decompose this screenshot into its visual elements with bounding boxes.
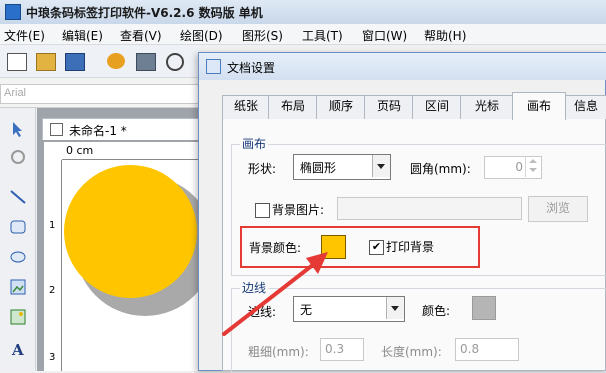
- length-value: 0.8: [460, 342, 480, 356]
- canvas-group-title: 画布: [240, 135, 269, 152]
- dialog-settings-icon: [206, 59, 221, 74]
- menu-file[interactable]: 文件(E): [4, 27, 45, 44]
- dialog-title-bar: 文档设置: [199, 53, 606, 80]
- length-label: 长度(mm):: [381, 345, 442, 359]
- horizontal-ruler: 0 cm: [62, 142, 203, 160]
- tab-order[interactable]: 顺序: [316, 95, 366, 119]
- tab-info[interactable]: 信息: [564, 95, 606, 119]
- text-tool-icon[interactable]: A: [9, 340, 27, 358]
- ellipse-tool-icon[interactable]: [9, 248, 27, 266]
- font-name-input[interactable]: Arial: [0, 84, 200, 104]
- save-icon[interactable]: [65, 53, 85, 71]
- menu-view[interactable]: 查看(V): [120, 27, 162, 44]
- toolbar: [0, 45, 200, 78]
- select-arrow-icon[interactable]: [9, 120, 27, 138]
- browse-button[interactable]: 浏览: [528, 196, 588, 222]
- tab-layout[interactable]: 布局: [268, 95, 318, 119]
- ruler-number: 2: [49, 285, 56, 296]
- ruler-origin-label: 0 cm: [66, 144, 94, 157]
- chevron-down-icon: [372, 155, 390, 177]
- picture-tool-icon[interactable]: [9, 308, 27, 326]
- document-icon: [50, 123, 63, 136]
- border-color-label: 颜色:: [422, 304, 451, 318]
- dialog-title: 文档设置: [227, 61, 276, 75]
- background-image-checkbox[interactable]: [255, 203, 270, 218]
- line-tool-icon[interactable]: [9, 188, 27, 206]
- app-logo-icon: [5, 4, 21, 20]
- shape-dropdown[interactable]: 椭圆形: [293, 154, 391, 180]
- document-tab[interactable]: 未命名-1 *: [42, 118, 200, 140]
- menu-help[interactable]: 帮助(H): [424, 27, 466, 44]
- corner-radius-label: 圆角(mm):: [410, 162, 471, 176]
- vertical-ruler: 1 2 3: [44, 160, 62, 371]
- tab-canvas[interactable]: 画布: [512, 92, 566, 120]
- ruler-number: 1: [49, 220, 56, 231]
- new-file-icon[interactable]: [7, 53, 27, 71]
- menu-tools[interactable]: 工具(T): [302, 27, 343, 44]
- rotate-icon[interactable]: [9, 148, 27, 166]
- tab-page-number[interactable]: 页码: [364, 95, 414, 119]
- document-tab-label: 未命名-1 *: [69, 124, 127, 138]
- menu-bar: 文件(E) 编辑(E) 查看(V) 绘图(D) 图形(S) 工具(T) 窗口(W…: [0, 24, 606, 45]
- shape-label: 形状:: [248, 162, 277, 176]
- drawing-tools-sidebar: A: [0, 108, 36, 371]
- tab-range[interactable]: 区间: [412, 95, 462, 119]
- length-input[interactable]: 0.8: [455, 338, 519, 361]
- open-folder-icon[interactable]: [36, 53, 56, 71]
- print-icon[interactable]: [136, 53, 156, 71]
- svg-text:A: A: [11, 341, 24, 358]
- image-tool-icon[interactable]: [9, 278, 27, 296]
- rounded-rect-tool-icon[interactable]: [9, 218, 27, 236]
- menu-shape[interactable]: 图形(S): [242, 27, 283, 44]
- menu-edit[interactable]: 编辑(E): [62, 27, 103, 44]
- app-title-bar: 中琅条码标签打印软件-V6.2.6 数码版 单机: [0, 0, 606, 24]
- app-title: 中琅条码标签打印软件-V6.2.6 数码版 单机: [26, 6, 263, 20]
- annotation-arrow-icon: [222, 252, 328, 336]
- ruler-number: 3: [49, 352, 56, 363]
- chevron-down-icon: [386, 297, 404, 319]
- background-image-label: 背景图片:: [272, 203, 325, 217]
- print-preview-icon[interactable]: [166, 53, 184, 71]
- border-color-swatch[interactable]: [472, 296, 496, 320]
- tab-paper[interactable]: 纸张: [222, 95, 270, 119]
- corner-radius-spinner[interactable]: [525, 156, 540, 177]
- background-image-path-input: [337, 197, 522, 220]
- corner-radius-value: 0: [515, 160, 523, 174]
- label-ellipse-canvas[interactable]: [64, 165, 197, 298]
- ruler-corner: [44, 142, 62, 160]
- tab-cursor[interactable]: 光标: [460, 95, 514, 119]
- menu-window[interactable]: 窗口(W): [362, 27, 407, 44]
- shape-value: 椭圆形: [300, 161, 337, 175]
- menu-draw[interactable]: 绘图(D): [180, 27, 223, 44]
- settings-gear-icon[interactable]: [107, 53, 125, 69]
